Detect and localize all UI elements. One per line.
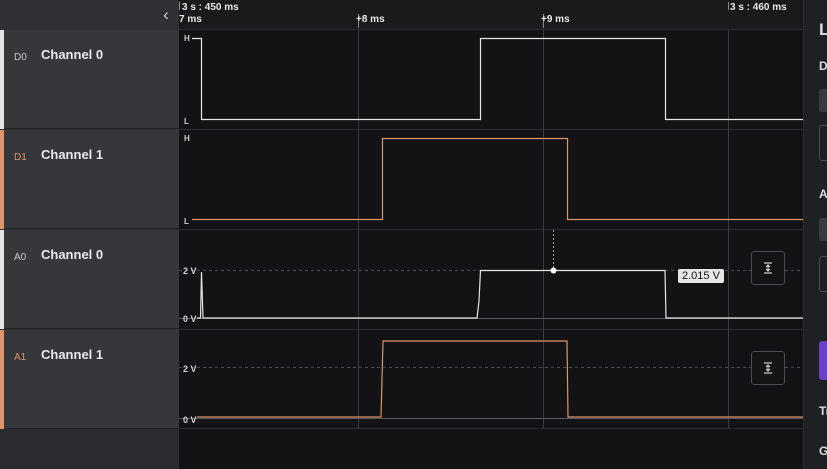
channel-row-d1[interactable]: D1 Channel 1 — [0, 130, 179, 229]
trace-low-label: L — [184, 217, 189, 226]
measurement-point[interactable] — [550, 267, 557, 274]
channel-id: D1 — [14, 152, 27, 163]
channel-id: A0 — [14, 252, 27, 263]
analog-level-label: 0 V — [183, 314, 197, 324]
sidebar-header: ‹ — [0, 0, 179, 30]
channel-id: D0 — [14, 52, 27, 63]
settings-panel: L D A Tr G — [803, 0, 827, 469]
autoscale-button[interactable] — [751, 251, 785, 285]
channel-id: A1 — [14, 352, 27, 363]
sidebar-footer — [0, 429, 179, 469]
panel-primary-button[interactable] — [819, 341, 827, 380]
trace-canvas: H L H L 2 V 0 V 2 V 0 V — [179, 30, 803, 429]
analog-level-label: 2 V — [183, 266, 197, 276]
waveform-view[interactable]: 3 s : 450 ms 7 ms +8 ms +9 ms 3 s : 460 … — [179, 0, 803, 469]
channel-row-a0[interactable]: A0 Channel 0 — [0, 230, 179, 329]
panel-input[interactable] — [819, 125, 827, 161]
trace-low-label: L — [184, 117, 189, 126]
panel-label: Tr — [819, 404, 827, 418]
trace-high-label: H — [184, 134, 190, 143]
measurement-tooltip: 2.015 V — [678, 269, 724, 283]
logic-analyzer-window: ‹ D0 Channel 0 D1 Channel 1 A0 Channel 0… — [0, 0, 827, 469]
channel-sidebar: ‹ D0 Channel 0 D1 Channel 1 A0 Channel 0… — [0, 0, 179, 469]
panel-select[interactable] — [819, 89, 827, 112]
channel-name[interactable]: Channel 1 — [41, 147, 103, 162]
channel-color-strip — [0, 330, 4, 429]
panel-heading: L — [819, 20, 827, 40]
autoscale-button[interactable] — [751, 351, 785, 385]
channel-name[interactable]: Channel 1 — [41, 347, 103, 362]
channel-row-a1[interactable]: A1 Channel 1 — [0, 330, 179, 429]
channel-color-strip — [0, 130, 4, 229]
vertical-fit-icon — [764, 262, 772, 274]
panel-input[interactable] — [819, 256, 827, 292]
panel-label: G — [819, 444, 827, 458]
analog-level-label: 0 V — [183, 415, 197, 425]
collapse-sidebar-icon[interactable]: ‹ — [158, 5, 174, 25]
channel-row-d0[interactable]: D0 Channel 0 — [0, 30, 179, 129]
trace-d0 — [192, 37, 803, 121]
panel-select[interactable] — [819, 218, 827, 241]
trace-high-label: H — [184, 34, 190, 43]
trace-d1 — [192, 137, 803, 221]
channel-name[interactable]: Channel 0 — [41, 247, 103, 262]
channel-name[interactable]: Channel 0 — [41, 47, 103, 62]
panel-label: A — [819, 187, 827, 201]
channel-color-strip — [0, 230, 4, 329]
vertical-fit-icon — [764, 362, 772, 374]
channel-color-strip — [0, 30, 4, 129]
analog-level-label: 2 V — [183, 364, 197, 374]
trace-a1 — [197, 340, 803, 418]
panel-label: D — [819, 59, 827, 73]
